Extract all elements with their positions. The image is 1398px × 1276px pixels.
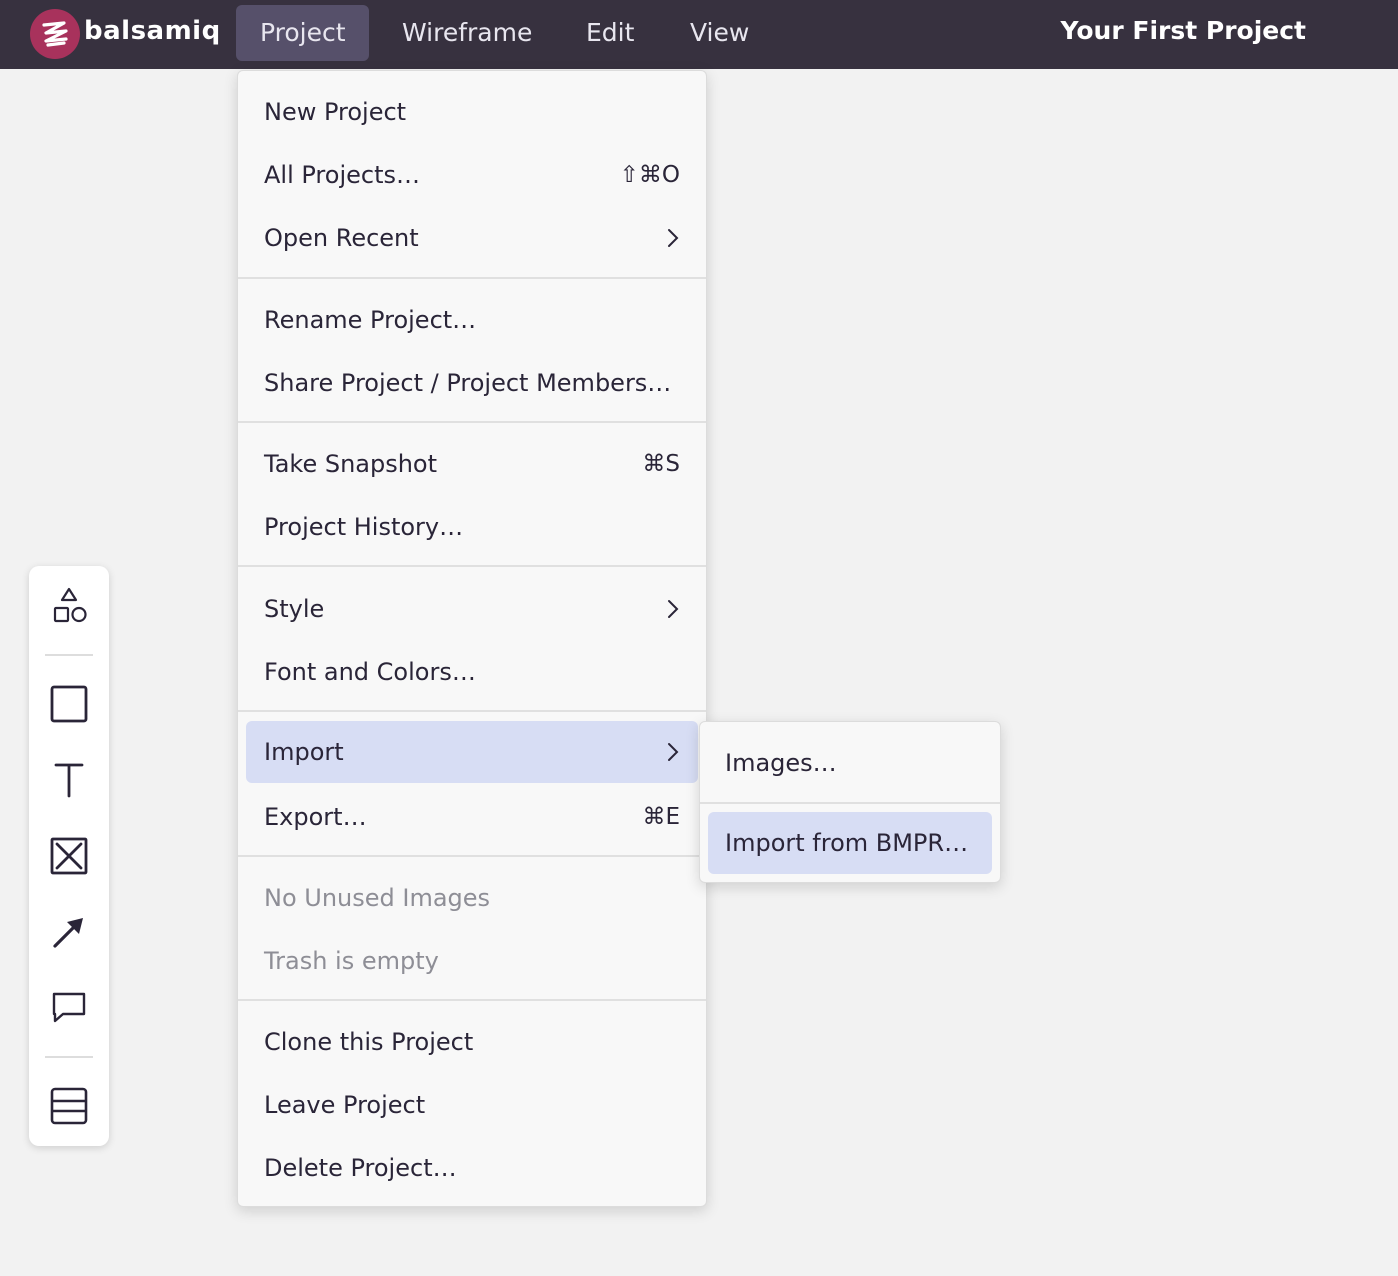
menu-item-rename-project[interactable]: Rename Project…	[246, 289, 698, 351]
menu-item-label: Import from BMPR…	[725, 829, 969, 857]
menu-item-share-project[interactable]: Share Project / Project Members…	[246, 352, 698, 414]
menu-item-label: Rename Project…	[264, 306, 477, 334]
menu-item-label: Share Project / Project Members…	[264, 369, 672, 397]
menu-item-project-history[interactable]: Project History…	[246, 496, 698, 558]
menu-item-label: Style	[264, 595, 325, 623]
menu-item-trash-empty: Trash is empty	[246, 930, 698, 992]
text-icon[interactable]	[45, 756, 93, 804]
menu-item-label: Project History…	[264, 513, 464, 541]
menu-item-label: Images…	[725, 749, 837, 777]
menu-item-label: Trash is empty	[264, 947, 439, 975]
chevron-right-icon	[668, 743, 679, 761]
shortcut-label: ⌘S	[642, 451, 680, 477]
menu-divider	[700, 802, 1000, 804]
top-bar: balsamiq Project Wireframe Edit View You…	[0, 0, 1398, 69]
rectangle-icon[interactable]	[45, 680, 93, 728]
shortcut-label: ⇧⌘O	[619, 162, 680, 188]
menu-item-delete-project[interactable]: Delete Project…	[246, 1137, 698, 1199]
toolbar-divider	[45, 1056, 93, 1058]
menu-wireframe[interactable]: Wireframe	[378, 5, 556, 61]
menu-divider	[238, 855, 706, 857]
shapes-icon[interactable]	[45, 582, 93, 630]
menu-divider	[238, 999, 706, 1001]
menu-item-take-snapshot[interactable]: Take Snapshot ⌘S	[246, 433, 698, 495]
menu-item-label: Export…	[264, 803, 367, 831]
left-toolbar	[29, 566, 109, 1146]
menu-item-no-unused-images: No Unused Images	[246, 867, 698, 929]
menu-item-export[interactable]: Export… ⌘E	[246, 786, 698, 848]
menu-item-label: Take Snapshot	[264, 450, 438, 478]
project-title[interactable]: Your First Project	[1061, 16, 1306, 45]
menu-item-import[interactable]: Import	[246, 721, 698, 783]
menu-divider	[238, 421, 706, 423]
submenu-item-import-bmpr[interactable]: Import from BMPR…	[708, 812, 992, 874]
image-placeholder-icon[interactable]	[45, 832, 93, 880]
menu-edit[interactable]: Edit	[562, 5, 658, 61]
menu-divider	[238, 710, 706, 712]
toolbar-divider	[45, 654, 93, 656]
submenu-item-images[interactable]: Images…	[708, 732, 992, 794]
menu-view[interactable]: View	[666, 5, 773, 61]
menu-item-label: Font and Colors…	[264, 658, 476, 686]
menu-item-label: All Projects…	[264, 161, 420, 189]
layout-icon[interactable]	[45, 1082, 93, 1130]
shortcut-label: ⌘E	[642, 804, 680, 830]
menu-item-label: Open Recent	[264, 224, 419, 252]
menu-item-style[interactable]: Style	[246, 578, 698, 640]
menu-divider	[238, 277, 706, 279]
import-submenu: Images… Import from BMPR…	[699, 721, 1001, 883]
menu-item-font-colors[interactable]: Font and Colors…	[246, 641, 698, 703]
menu-item-label: Import	[264, 738, 344, 766]
menu-item-clone-project[interactable]: Clone this Project	[246, 1011, 698, 1073]
menu-divider	[238, 565, 706, 567]
chevron-right-icon	[668, 600, 679, 618]
menu-item-label: New Project	[264, 98, 407, 126]
menu-item-label: No Unused Images	[264, 884, 491, 912]
balsamiq-logo-icon[interactable]	[30, 9, 80, 59]
arrow-icon[interactable]	[45, 908, 93, 956]
comment-icon[interactable]	[45, 984, 93, 1032]
brand-name: balsamiq	[84, 16, 221, 46]
menu-project[interactable]: Project	[236, 5, 369, 61]
menu-item-new-project[interactable]: New Project	[246, 81, 698, 143]
menu-item-label: Delete Project…	[264, 1154, 457, 1182]
menu-item-open-recent[interactable]: Open Recent	[246, 207, 698, 269]
menu-item-label: Leave Project	[264, 1091, 426, 1119]
menu-item-all-projects[interactable]: All Projects… ⇧⌘O	[246, 144, 698, 206]
project-menu-dropdown: New Project All Projects… ⇧⌘O Open Recen…	[237, 70, 707, 1207]
menu-item-label: Clone this Project	[264, 1028, 474, 1056]
menu-item-leave-project[interactable]: Leave Project	[246, 1074, 698, 1136]
chevron-right-icon	[668, 229, 679, 247]
